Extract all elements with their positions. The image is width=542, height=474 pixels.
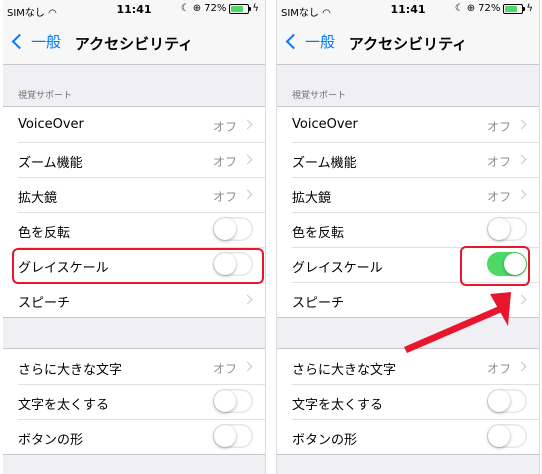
arrow-shaft xyxy=(404,306,502,353)
red-arrow-annotation xyxy=(404,292,511,353)
